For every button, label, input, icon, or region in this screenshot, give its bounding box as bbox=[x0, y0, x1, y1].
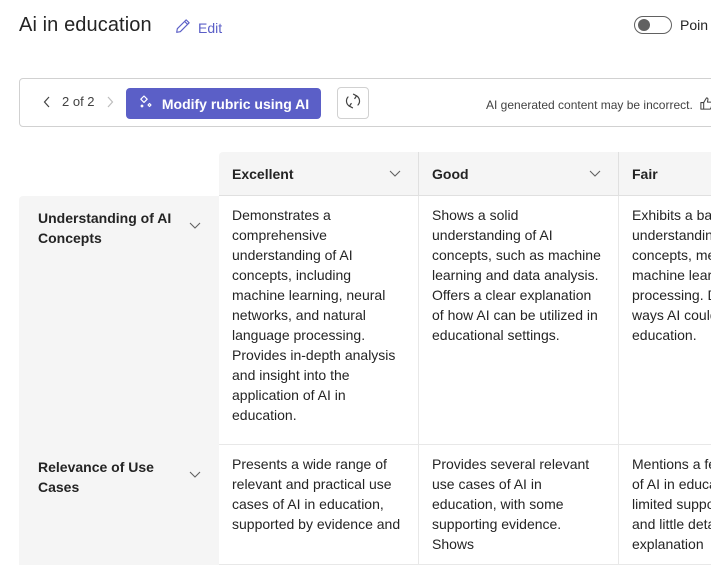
toggle-knob bbox=[638, 19, 650, 31]
disclaimer-text: AI generated content may be incorrect. bbox=[486, 98, 693, 112]
page-title: Ai in education bbox=[19, 14, 152, 36]
chevron-down-icon[interactable] bbox=[588, 166, 602, 180]
pager-text: 2 of 2 bbox=[62, 94, 95, 109]
modify-rubric-ai-button[interactable]: Modify rubric using AI bbox=[126, 88, 321, 119]
refresh-icon bbox=[344, 92, 362, 115]
points-toggle-label: Poin bbox=[680, 17, 709, 33]
edit-label: Edit bbox=[198, 19, 223, 36]
points-toggle[interactable] bbox=[634, 16, 672, 34]
pager: 2 of 2 bbox=[42, 94, 115, 109]
chevron-left-icon[interactable] bbox=[42, 95, 52, 109]
row-label: Understanding of AI Concepts bbox=[38, 210, 172, 246]
edit-button[interactable]: Edit bbox=[174, 17, 222, 38]
regenerate-button[interactable] bbox=[337, 87, 369, 119]
row-header-understanding[interactable]: Understanding of AI Concepts bbox=[19, 196, 219, 445]
rubric-cell[interactable]: Provides several relevant use cases of A… bbox=[419, 445, 619, 565]
chevron-down-icon[interactable] bbox=[188, 218, 202, 232]
column-header-good[interactable]: Good bbox=[419, 152, 619, 196]
rubric-cell[interactable]: Exhibits a basic understanding of AI con… bbox=[619, 196, 711, 445]
column-label: Excellent bbox=[232, 165, 294, 182]
column-label: Fair bbox=[632, 165, 658, 182]
rubric-cell[interactable]: Mentions a few use cases of AI in educat… bbox=[619, 445, 711, 565]
row-header-relevance[interactable]: Relevance of Use Cases bbox=[19, 445, 219, 565]
rubric-cell[interactable]: Presents a wide range of relevant and pr… bbox=[219, 445, 419, 565]
column-header-excellent[interactable]: Excellent bbox=[219, 152, 419, 196]
chevron-right-icon[interactable] bbox=[105, 95, 115, 109]
sparkle-icon bbox=[138, 94, 154, 113]
points-toggle-group: Poin bbox=[634, 16, 708, 34]
ai-disclaimer: AI generated content may be incorrect. bbox=[486, 96, 711, 114]
rubric-cell[interactable]: Demonstrates a comprehensive understandi… bbox=[219, 196, 419, 445]
column-label: Good bbox=[432, 165, 469, 182]
rubric-toolbar: 2 of 2 Modify rubric using AI AI generat… bbox=[19, 78, 711, 127]
chevron-down-icon[interactable] bbox=[188, 467, 202, 481]
rubric-cell[interactable]: Shows a solid understanding of AI concep… bbox=[419, 196, 619, 445]
page-header: Ai in education Edit Poin bbox=[0, 0, 711, 56]
chevron-down-icon[interactable] bbox=[388, 166, 402, 180]
ai-button-label: Modify rubric using AI bbox=[161, 95, 310, 112]
pencil-icon bbox=[174, 17, 192, 38]
column-header-fair[interactable]: Fair bbox=[619, 152, 711, 196]
row-label: Relevance of Use Cases bbox=[38, 459, 154, 495]
thumbs-up-icon[interactable] bbox=[699, 96, 711, 114]
